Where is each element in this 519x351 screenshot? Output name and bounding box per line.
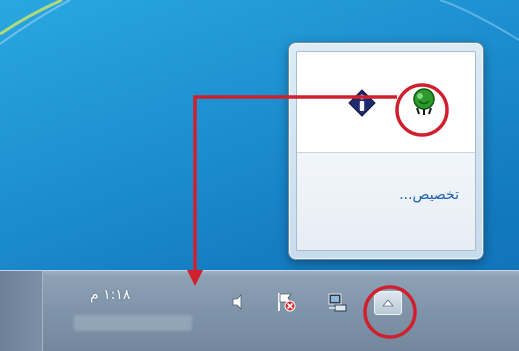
customize-link[interactable]: تخصيص... (399, 187, 459, 203)
show-hidden-icons-button[interactable] (374, 291, 402, 315)
flyout-icon-row (297, 52, 475, 152)
network-status-icon[interactable] (409, 86, 439, 116)
info-icon[interactable] (347, 88, 377, 118)
taskbar-left-edge (0, 271, 43, 351)
flyout-panel: تخصيص... (296, 51, 476, 251)
speaker-icon[interactable] (228, 291, 250, 313)
taskbar: ١:١٨ م (0, 270, 519, 351)
chevron-up-icon (382, 299, 394, 307)
flyout-footer: تخصيص... (297, 153, 475, 250)
action-center-flag-icon[interactable] (275, 291, 297, 313)
clock-date-blurred (74, 315, 192, 331)
clock-time[interactable]: ١:١٨ م (90, 287, 130, 303)
network-icon[interactable] (326, 291, 348, 313)
notification-overflow-flyout: تخصيص... (288, 42, 484, 260)
